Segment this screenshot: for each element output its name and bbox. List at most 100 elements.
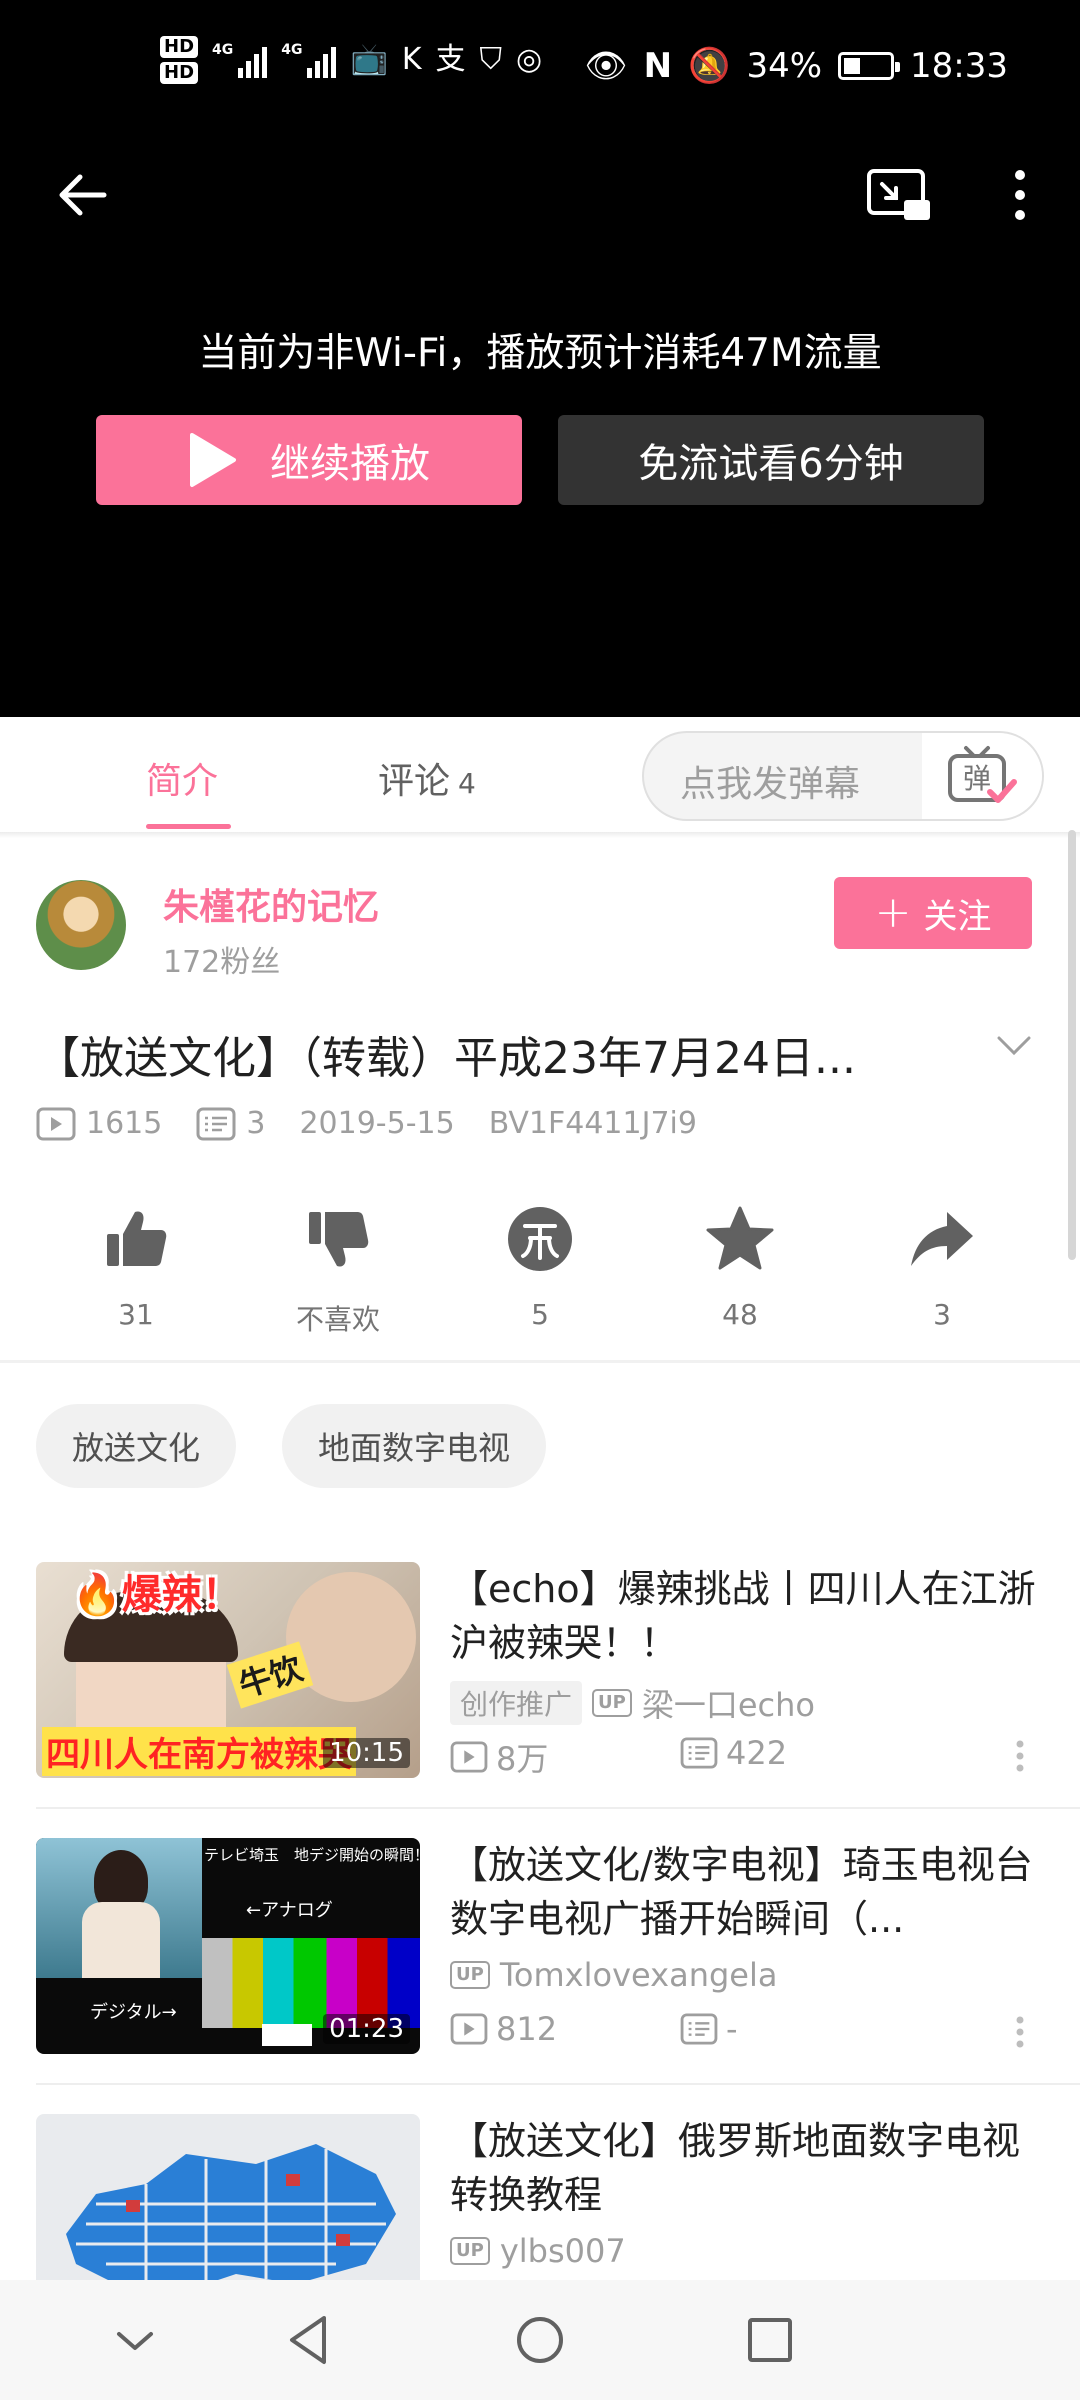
recents-square-icon[interactable] <box>740 2310 800 2370</box>
thumb-down-icon <box>309 1212 369 1267</box>
danmaku-count-icon <box>196 1107 236 1140</box>
duration-badge: 01:23 <box>323 2014 410 2044</box>
cast-button[interactable] <box>866 168 932 224</box>
more-vertical-icon[interactable] <box>1014 2014 1026 2050</box>
nfc-icon: N <box>643 46 673 86</box>
thumb-text-side: 牛饮 <box>226 1641 314 1709</box>
tag-digital-tv[interactable]: 地面数字电视 <box>282 1404 547 1488</box>
rec-uploader-row: UP ylbs007 <box>450 2232 626 2270</box>
more-vertical-icon <box>1015 170 1025 220</box>
back-triangle-icon[interactable] <box>280 2310 340 2370</box>
favorite-button[interactable]: 48 <box>660 1204 820 1331</box>
net2-label: 4G <box>281 42 303 58</box>
thumb-up-icon <box>107 1211 167 1266</box>
rec-uploader: ylbs007 <box>499 2232 626 2270</box>
tag-broadcast-culture[interactable]: 放送文化 <box>36 1404 237 1488</box>
favorite-count: 48 <box>722 1298 758 1331</box>
thumb-white-block <box>262 2024 312 2046</box>
coin-count: 5 <box>531 1298 549 1331</box>
tab-comments[interactable]: 评论 4 <box>378 752 476 804</box>
recommended-video-1[interactable]: 🔥爆辣！ 牛饮 四川人在南方被辣哭 10:15 【echo】爆辣挑战丨四川人在江… <box>0 1562 1080 1812</box>
danmaku-count: 3 <box>246 1106 266 1141</box>
danmaku-count-icon <box>680 1737 718 1769</box>
tab-intro[interactable]: 简介 <box>146 752 218 804</box>
home-circle-icon[interactable] <box>510 2310 570 2370</box>
list-divider <box>36 2083 1080 2085</box>
thumb-text-top: 🔥爆辣！ <box>72 1572 242 1618</box>
dislike-label: 不喜欢 <box>295 1303 380 1336</box>
tab-active-indicator <box>146 824 231 829</box>
fan-count: 172粉丝 <box>163 945 281 980</box>
views-icon <box>450 1741 488 1773</box>
rec-title: 【放送文化/数字电视】琦玉电视台 数字电视广播开始瞬间（... <box>450 1843 1033 1941</box>
signal-2-icon: 4G <box>281 42 337 78</box>
danmaku-icon-text: 弹 <box>963 762 991 795</box>
follow-button[interactable]: + 关注 <box>834 877 1032 949</box>
action-bar: 31 不喜欢 5 48 3 <box>0 1204 1080 1336</box>
traffic-notice: 当前为非Wi-Fi，播放预计消耗47M流量 <box>198 331 882 376</box>
recommended-video-3[interactable]: 【放送文化】俄罗斯地面数字电视转换教程 UP ylbs007 <box>0 2114 1080 2280</box>
expand-description-button[interactable] <box>996 1034 1032 1058</box>
publish-date: 2019-5-15 <box>299 1106 455 1141</box>
hide-nav-chevron-icon[interactable] <box>105 2310 165 2370</box>
rec-views: 8万 <box>496 1740 549 1778</box>
views-icon <box>450 2013 488 2045</box>
notification-icon: ◎ <box>516 42 543 77</box>
signal-1-icon: 4G <box>212 42 268 78</box>
cast-icon <box>867 169 930 220</box>
video-player[interactable]: HD HD 4G 4G 📺 K 支 ⛉ ◎ 👁 N 🔕 34% 18:33 当前… <box>0 0 1080 717</box>
tab-divider <box>0 832 1080 838</box>
coin-icon <box>508 1207 572 1271</box>
hd-indicators: HD HD <box>160 36 199 84</box>
more-options-button[interactable] <box>1000 165 1040 225</box>
tab-bar: 简介 评论 4 点我发弹幕 弹 <box>0 717 1080 834</box>
thumbnail: テレビ埼玉 地デジ開始の瞬間！ ←アナログ デジタル→ 01:23 <box>36 1838 420 2054</box>
uploader-avatar[interactable] <box>36 880 126 970</box>
scrollbar[interactable] <box>1068 830 1076 1260</box>
share-icon <box>911 1212 973 1266</box>
like-button[interactable]: 31 <box>56 1204 216 1331</box>
dislike-button[interactable]: 不喜欢 <box>258 1204 418 1338</box>
thumb-text-analog: ←アナログ <box>246 1900 333 1921</box>
clock: 18:33 <box>910 46 1008 86</box>
mute-icon: 🔕 <box>688 46 731 86</box>
net1-label: 4G <box>212 42 234 58</box>
continue-play-button[interactable]: 继续播放 <box>96 415 522 505</box>
coin-button[interactable]: 5 <box>460 1204 620 1331</box>
rec-danmaku: - <box>726 2010 738 2048</box>
rec-uploader-row: UP Tomxlovexangela <box>450 1956 777 1994</box>
tab-comments-label: 评论 <box>378 761 451 802</box>
danmaku-input[interactable]: 点我发弹幕 <box>680 755 860 807</box>
hd1-badge: HD <box>160 36 199 58</box>
thumb-text-digital: デジタル→ <box>90 2002 177 2023</box>
free-trial-label: 免流试看6分钟 <box>638 441 904 487</box>
rec-danmaku: 422 <box>726 1734 788 1772</box>
list-divider <box>36 1807 1080 1809</box>
recommended-video-2[interactable]: テレビ埼玉 地デジ開始の瞬間！ ←アナログ デジタル→ 01:23 【放送文化/… <box>0 1838 1080 2088</box>
thumb-anchor-body <box>82 1902 160 1978</box>
rec-uploader: Tomxlovexangela <box>499 1956 778 1994</box>
bv-id: BV1F4411J7i9 <box>488 1106 697 1141</box>
battery-icon <box>838 52 901 80</box>
continue-play-label: 继续播放 <box>270 441 430 487</box>
up-badge: UP <box>592 1689 632 1717</box>
free-trial-button[interactable]: 免流试看6分钟 <box>558 415 984 505</box>
hd2-badge: HD <box>160 62 199 84</box>
section-divider <box>0 1360 1080 1363</box>
comment-count: 4 <box>458 767 476 800</box>
danmaku-toggle-button[interactable]: 弹 <box>922 733 1042 819</box>
status-bar: HD HD 4G 4G 📺 K 支 ⛉ ◎ 👁 N 🔕 34% 18:33 <box>0 0 1080 130</box>
rec-title: 【echo】爆辣挑战丨四川人在江浙沪被辣哭！！ <box>450 1567 1036 1665</box>
share-button[interactable]: 3 <box>862 1204 1022 1331</box>
rec-uploader-row: 创作推广 UP 梁一口echo <box>450 1680 815 1726</box>
danmaku-toggle-icon: 弹 <box>948 746 1017 803</box>
uploader-name[interactable]: 朱槿花的记忆 <box>163 878 379 930</box>
share-count: 3 <box>933 1298 951 1331</box>
thumbnail <box>36 2114 420 2280</box>
plus-icon: + <box>874 887 912 938</box>
more-vertical-icon[interactable] <box>1014 1738 1026 1774</box>
status-bar-left: HD HD 4G 4G 📺 K 支 ⛉ ◎ <box>160 36 542 84</box>
eye-comfort-icon: 👁 <box>584 46 628 86</box>
back-button[interactable] <box>52 165 112 225</box>
rec-uploader: 梁一口echo <box>641 1686 815 1724</box>
